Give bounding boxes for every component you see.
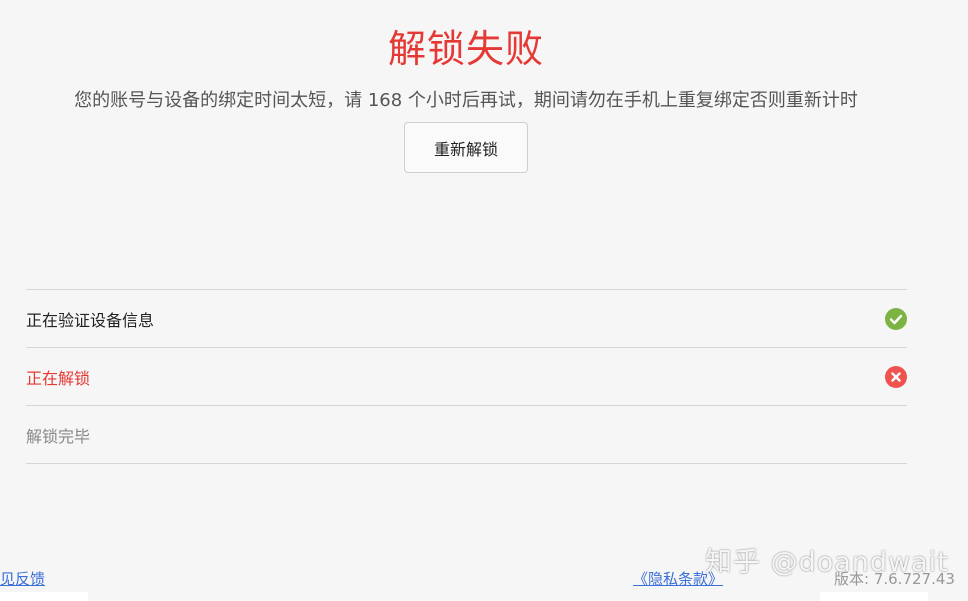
page-title: 解锁失败 bbox=[387, 27, 544, 71]
step-label: 正在验证设备信息 bbox=[26, 310, 155, 330]
privacy-policy-link[interactable]: 《隐私条款》 bbox=[633, 568, 723, 589]
bottom-strip bbox=[0, 592, 88, 601]
step-label: 正在解锁 bbox=[26, 368, 91, 388]
retry-unlock-button[interactable]: 重新解锁 bbox=[404, 122, 528, 173]
step-unlocking: 正在解锁 bbox=[26, 348, 907, 406]
close-circle-icon bbox=[885, 365, 907, 388]
step-verify-device: 正在验证设备信息 bbox=[26, 290, 907, 348]
version-label: 版本: 7.6.727.43 bbox=[834, 570, 955, 588]
step-label: 解锁完毕 bbox=[26, 426, 91, 446]
check-circle-icon bbox=[885, 307, 907, 330]
error-message: 您的账号与设备的绑定时间太短，请 168 个小时后再试，期间请勿在手机上重复绑定… bbox=[74, 90, 858, 111]
feedback-link[interactable]: 见反馈 bbox=[0, 568, 45, 589]
step-unlock-complete: 解锁完毕 bbox=[26, 406, 907, 464]
progress-step-list: 正在验证设备信息 正在解锁 解锁完毕 bbox=[26, 289, 907, 464]
bottom-strip bbox=[820, 592, 928, 601]
